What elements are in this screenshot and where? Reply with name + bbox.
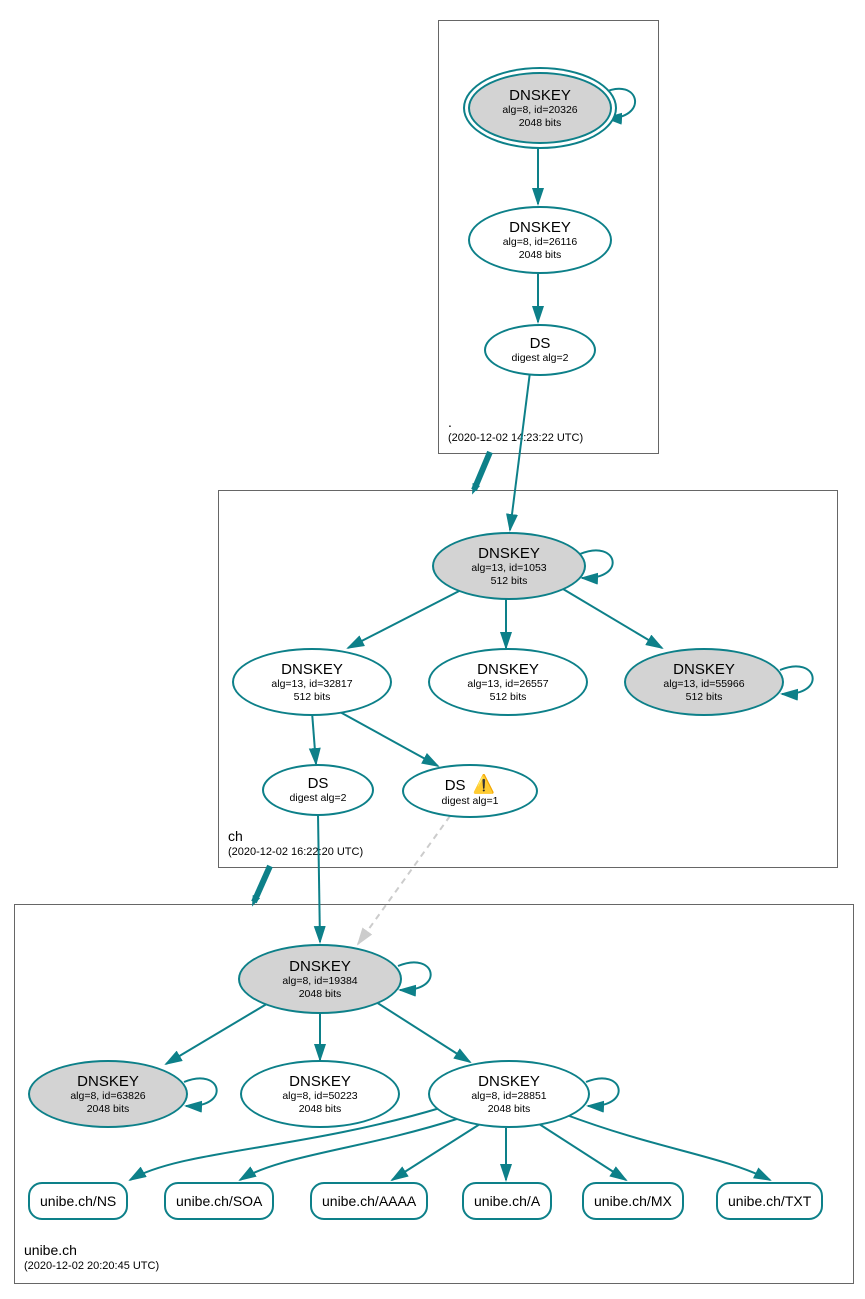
dnskey-ch-26557: DNSKEY alg=13, id=26557 512 bits (428, 648, 588, 716)
node-title: DNSKEY (673, 661, 735, 678)
rrset-ns: unibe.ch/NS (28, 1182, 128, 1220)
rrset-aaaa: unibe.ch/AAAA (310, 1182, 428, 1220)
node-title: DNSKEY (281, 661, 343, 678)
rr-label: unibe.ch/MX (594, 1193, 672, 1209)
node-sub: 2048 bits (299, 988, 342, 1001)
node-title: DNSKEY (289, 958, 351, 975)
node-sub: digest alg=1 (442, 795, 499, 808)
node-sub: 2048 bits (519, 117, 562, 130)
node-title: DS (530, 335, 551, 352)
node-title: DNSKEY (289, 1073, 351, 1090)
rrset-txt: unibe.ch/TXT (716, 1182, 823, 1220)
zone-label-root: . (448, 414, 452, 430)
zone-label-unibe: unibe.ch (24, 1242, 77, 1258)
warning-icon: ⚠️ (473, 774, 495, 795)
node-title: DNSKEY (509, 219, 571, 236)
dnskey-unibe-63826: DNSKEY alg=8, id=63826 2048 bits (28, 1060, 188, 1128)
node-sub: 512 bits (490, 691, 527, 704)
zone-timestamp-ch: (2020-12-02 16:22:20 UTC) (228, 846, 363, 858)
node-sub: 512 bits (294, 691, 331, 704)
rrset-mx: unibe.ch/MX (582, 1182, 684, 1220)
node-sub: alg=8, id=28851 (471, 1090, 546, 1103)
dnskey-unibe-28851: DNSKEY alg=8, id=28851 2048 bits (428, 1060, 590, 1128)
dnskey-unibe-50223: DNSKEY alg=8, id=50223 2048 bits (240, 1060, 400, 1128)
rr-label: unibe.ch/SOA (176, 1193, 262, 1209)
node-sub: alg=13, id=1053 (471, 562, 546, 575)
node-title: DS (308, 775, 329, 792)
rr-label: unibe.ch/AAAA (322, 1193, 416, 1209)
node-title: DS (445, 777, 466, 794)
rr-label: unibe.ch/A (474, 1193, 540, 1209)
node-title: DNSKEY (509, 87, 571, 104)
node-sub: alg=8, id=50223 (282, 1090, 357, 1103)
node-sub: 2048 bits (299, 1103, 342, 1116)
node-title: DNSKEY (477, 661, 539, 678)
dnskey-ch-55966: DNSKEY alg=13, id=55966 512 bits (624, 648, 784, 716)
zone-timestamp-unibe: (2020-12-02 20:20:45 UTC) (24, 1260, 159, 1272)
rr-label: unibe.ch/TXT (728, 1193, 811, 1209)
dnskey-ch-32817: DNSKEY alg=13, id=32817 512 bits (232, 648, 392, 716)
node-sub: alg=13, id=32817 (271, 678, 352, 691)
node-title: DNSKEY (77, 1073, 139, 1090)
node-sub: alg=8, id=63826 (70, 1090, 145, 1103)
node-title: DNSKEY (478, 545, 540, 562)
node-sub: alg=8, id=20326 (502, 104, 577, 117)
dnskey-unibe-ksk: DNSKEY alg=8, id=19384 2048 bits (238, 944, 402, 1014)
node-sub: alg=13, id=26557 (467, 678, 548, 691)
dnskey-root-zsk: DNSKEY alg=8, id=26116 2048 bits (468, 206, 612, 274)
dnskey-ch-ksk: DNSKEY alg=13, id=1053 512 bits (432, 532, 586, 600)
node-sub: 512 bits (686, 691, 723, 704)
node-sub: digest alg=2 (512, 352, 569, 365)
node-sub: alg=8, id=26116 (503, 236, 578, 249)
rrset-a: unibe.ch/A (462, 1182, 552, 1220)
node-sub: 2048 bits (87, 1103, 130, 1116)
zone-label-ch: ch (228, 828, 243, 844)
node-sub: alg=13, id=55966 (663, 678, 744, 691)
ds-ch-alg1: DS ⚠️ digest alg=1 (402, 764, 538, 818)
node-sub: digest alg=2 (290, 792, 347, 805)
node-sub: 512 bits (491, 575, 528, 588)
rrset-soa: unibe.ch/SOA (164, 1182, 274, 1220)
rr-label: unibe.ch/NS (40, 1193, 116, 1209)
node-sub: 2048 bits (519, 249, 562, 262)
ds-root: DS digest alg=2 (484, 324, 596, 376)
ds-ch-alg2: DS digest alg=2 (262, 764, 374, 816)
node-title: DNSKEY (478, 1073, 540, 1090)
node-sub: 2048 bits (488, 1103, 531, 1116)
node-sub: alg=8, id=19384 (282, 975, 357, 988)
zone-timestamp-root: (2020-12-02 14:23:22 UTC) (448, 432, 583, 444)
dnskey-root-ksk: DNSKEY alg=8, id=20326 2048 bits (468, 72, 612, 144)
